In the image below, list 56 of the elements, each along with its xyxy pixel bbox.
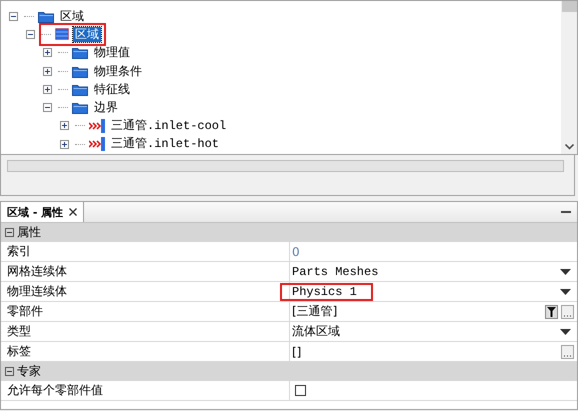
filter-icon: [547, 306, 556, 316]
expand-icon[interactable]: [43, 48, 52, 58]
dropdown-caret-icon[interactable]: [560, 268, 571, 274]
property-value: Parts Meshes: [291, 264, 380, 281]
property-group-header[interactable]: 属性: [1, 223, 577, 242]
folder-icon: [72, 64, 88, 78]
property-label: 网格连续体: [6, 263, 68, 280]
tree-item[interactable]: 三通管.inlet-hot: [109, 136, 222, 152]
tree-item[interactable]: 区域: [73, 26, 101, 42]
ellipsis-icon: [563, 354, 572, 358]
horizontal-scrollbar[interactable]: [7, 160, 564, 172]
property-value: Physics 1: [280, 283, 373, 301]
collapse-icon[interactable]: [5, 367, 14, 376]
tree-item[interactable]: 边界: [92, 100, 120, 116]
expand-icon[interactable]: [43, 66, 52, 76]
collapse-icon[interactable]: [43, 103, 52, 112]
property-value: [三通管]: [291, 303, 338, 320]
property-label: 物理连续体: [6, 283, 68, 300]
checkbox[interactable]: [295, 385, 306, 396]
tree-item[interactable]: 三通管.inlet-cool: [109, 118, 228, 134]
property-label: 允许每个零部件值: [6, 382, 104, 399]
expand-icon[interactable]: [43, 84, 52, 94]
tree-item[interactable]: 物理条件: [92, 64, 144, 79]
tree-item[interactable]: 特征线: [92, 82, 132, 97]
dropdown-caret-icon[interactable]: [560, 328, 571, 334]
dropdown-caret-icon[interactable]: [560, 288, 571, 294]
collapse-icon[interactable]: [26, 30, 35, 39]
property-label: 类型: [6, 323, 32, 340]
property-value: 流体区域: [291, 323, 341, 340]
close-icon[interactable]: [69, 208, 78, 216]
collapse-icon[interactable]: [9, 12, 18, 21]
property-value: 0: [291, 244, 301, 260]
expand-icon[interactable]: [60, 140, 69, 149]
inlet-boundary-icon: [89, 118, 105, 133]
properties-tab[interactable]: 区域 - 属性: [1, 202, 84, 222]
folder-icon: [72, 101, 88, 114]
inlet-boundary-icon: [89, 137, 105, 152]
expand-icon[interactable]: [60, 121, 69, 130]
collapse-icon[interactable]: [5, 228, 14, 237]
ellipsis-button[interactable]: [561, 344, 574, 358]
filter-button[interactable]: [545, 304, 558, 318]
property-group-header[interactable]: 专家: [1, 362, 577, 381]
scroll-thumb[interactable]: [562, 1, 576, 12]
property-label: 标签: [6, 343, 32, 360]
tree-item[interactable]: 物理值: [92, 45, 132, 60]
tree-item[interactable]: 区域: [58, 8, 86, 24]
vertical-scrollbar[interactable]: [561, 1, 577, 154]
folder-icon: [38, 10, 54, 23]
region-icon: [55, 28, 69, 40]
scroll-down-icon[interactable]: [564, 144, 574, 150]
ellipsis-icon: [563, 314, 572, 318]
property-value: []: [291, 344, 302, 360]
property-label: 零部件: [6, 303, 44, 320]
folder-icon: [72, 46, 88, 60]
folder-icon: [72, 82, 88, 96]
property-label: 索引: [6, 243, 32, 260]
